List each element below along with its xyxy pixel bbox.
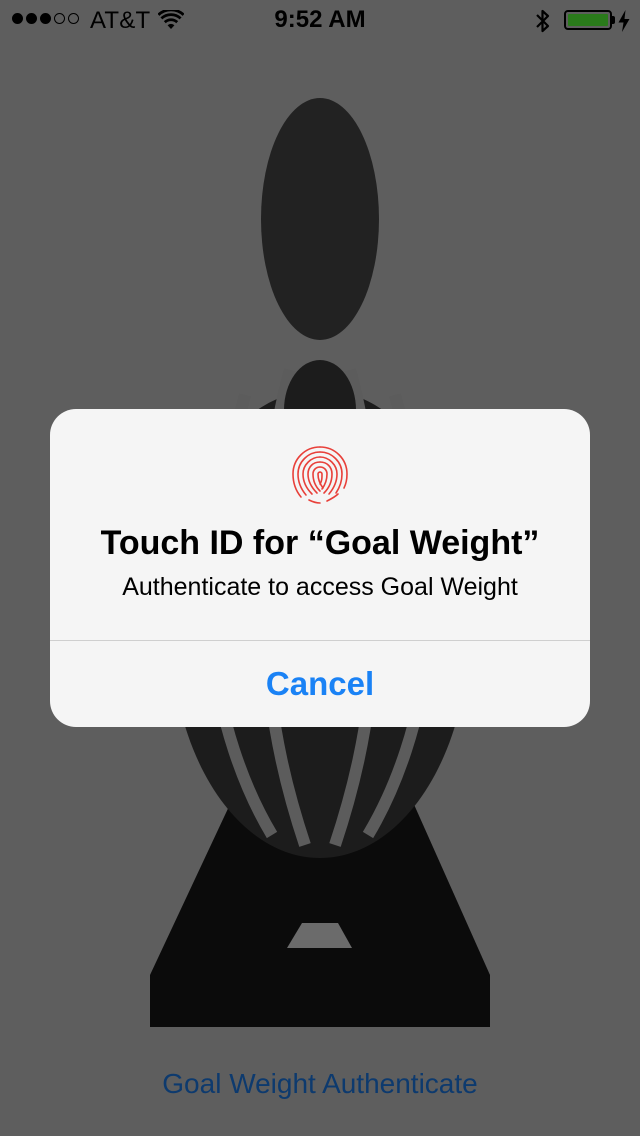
alert-title: Touch ID for “Goal Weight” — [100, 524, 540, 562]
fingerprint-icon — [292, 446, 348, 504]
alert-message: Authenticate to access Goal Weight — [122, 573, 518, 601]
head-shape — [261, 98, 379, 340]
cancel-button[interactable]: Cancel — [50, 641, 590, 727]
screen: AT&T 9:52 AM Goal Weight Authenticate To… — [0, 0, 640, 1136]
goal-weight-authenticate-button[interactable]: Goal Weight Authenticate — [0, 1068, 640, 1100]
